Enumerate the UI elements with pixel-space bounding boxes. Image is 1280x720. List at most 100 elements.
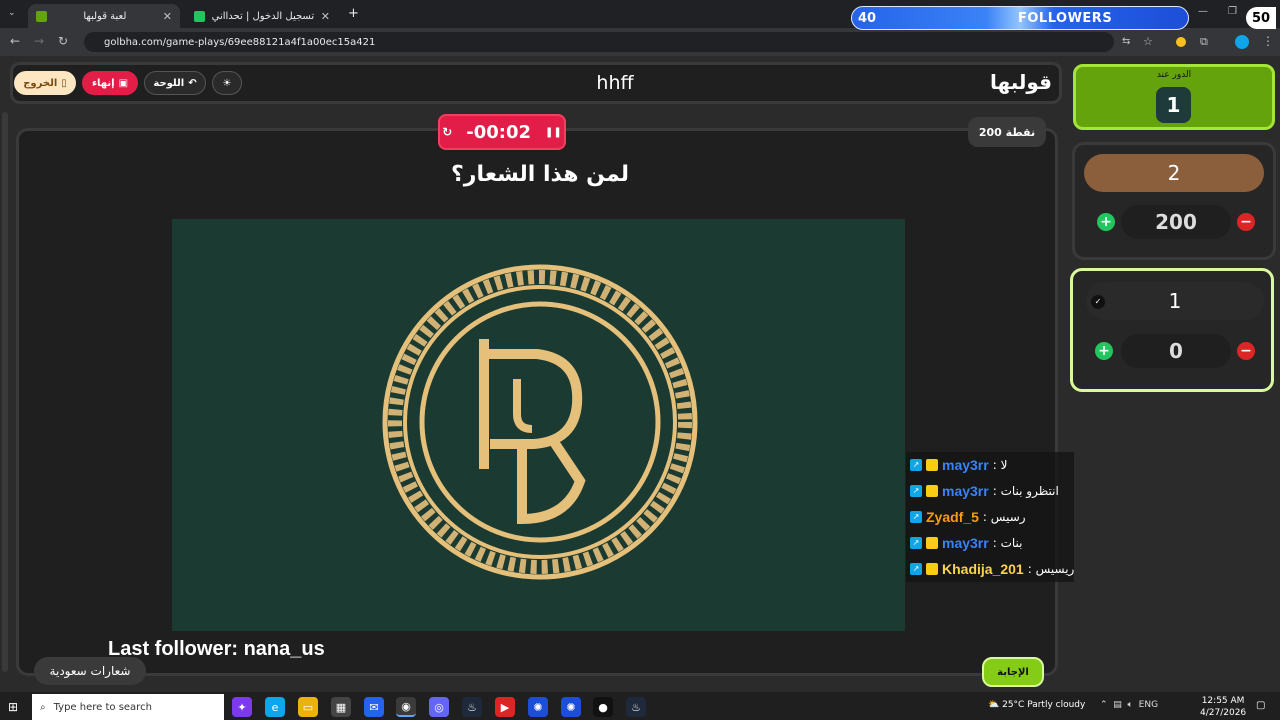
chat-message: ↗ may3rr : بنات	[910, 532, 1100, 554]
store-icon[interactable]: ▦	[331, 697, 351, 717]
chat-username: may3rr	[942, 483, 989, 499]
clock-date: 4/27/2026	[1200, 708, 1247, 718]
board-button[interactable]: اللوحة ↶	[144, 71, 206, 95]
chat-username: Khadija_201	[942, 561, 1024, 577]
subtract-points-icon[interactable]: −	[1237, 342, 1255, 360]
youtube-icon[interactable]: ▶	[495, 697, 515, 717]
lang-indicator[interactable]: ENG	[1139, 700, 1158, 710]
sun-icon: ☀	[222, 77, 232, 89]
taskbar-search[interactable]: ⌕ Type here to search	[32, 694, 224, 720]
chat-message: ↗ Khadija_201 : ريسيس	[910, 558, 1100, 580]
crown-badge-icon	[926, 459, 938, 471]
steam-icon[interactable]: ♨	[462, 697, 482, 717]
chevron-up-icon[interactable]: ⌃	[1100, 700, 1108, 710]
tab-favicon-icon	[194, 10, 205, 22]
windows-start-icon[interactable]: ⊞	[8, 700, 18, 714]
search-icon: ⌕	[40, 701, 46, 713]
team-score: 200	[1121, 205, 1231, 239]
exit-button[interactable]: الخروج ▯	[14, 71, 76, 95]
translate-icon[interactable]: ⇆	[1122, 36, 1130, 47]
discord-icon[interactable]: ◎	[429, 697, 449, 717]
subtract-points-icon[interactable]: −	[1237, 213, 1255, 231]
back-icon[interactable]: ←	[10, 34, 20, 48]
file-explorer-icon[interactable]: ▭	[298, 697, 318, 717]
timer-value: -00:02	[466, 121, 532, 143]
chat-username: Zyadf_5	[926, 509, 979, 525]
question-image	[172, 219, 905, 631]
tab-game[interactable]: لعبة قولبها ✕	[28, 4, 180, 28]
door-icon: ▯	[61, 77, 67, 89]
new-tab-button[interactable]: +	[348, 6, 359, 21]
edge-icon[interactable]: e	[265, 697, 285, 717]
address-bar[interactable]: golbha.com/game-plays/69ee88121a4f1a00ec…	[84, 32, 1114, 52]
network-icon[interactable]: ▤	[1113, 700, 1122, 710]
clock[interactable]: 12:55 AM 4/27/2026	[1200, 695, 1246, 719]
active-check-icon: ✓	[1091, 295, 1105, 309]
board-label: اللوحة	[153, 77, 185, 89]
followers-goal-bar: 40 FOLLOWERS	[851, 6, 1189, 30]
turn-team-number: 1	[1156, 87, 1191, 123]
extension-icon[interactable]	[1176, 37, 1186, 47]
end-game-button[interactable]: إنهاء ▣	[82, 71, 138, 95]
tab-list-chevron-icon[interactable]: ⌄	[8, 8, 16, 18]
moderator-badge-icon: ↗	[910, 459, 922, 471]
reload-icon[interactable]: ↻	[58, 34, 68, 48]
extensions-puzzle-icon[interactable]: ⧉	[1200, 35, 1208, 49]
chat-message: ↗ may3rr : انتظرو بنات	[910, 480, 1100, 502]
crown-badge-icon	[926, 485, 938, 497]
weather-text: 25°C Partly cloudy	[1002, 700, 1086, 710]
site-logo[interactable]: قولبها	[990, 70, 1052, 94]
tab-title: تسجيل الدخول | تحدااني	[211, 10, 315, 22]
app-icon[interactable]: ✺	[528, 697, 548, 717]
team-card-active: 1 ✓ + 0 −	[1070, 268, 1274, 392]
obs-icon[interactable]: ●	[593, 697, 613, 717]
chat-username: may3rr	[942, 535, 989, 551]
theme-toggle-button[interactable]: ☀	[212, 71, 242, 95]
undo-arrow-icon: ↶	[188, 77, 197, 89]
crown-badge-icon	[926, 563, 938, 575]
notification-icon[interactable]: ▢	[1256, 700, 1265, 711]
forward-icon[interactable]: →	[34, 34, 44, 48]
chat-text: : ريسيس	[1027, 562, 1075, 576]
clipboard-icon: ▣	[118, 77, 129, 89]
close-tab-icon[interactable]: ✕	[321, 10, 330, 23]
points-badge: 200 نقطة	[968, 117, 1046, 147]
followers-target: 50	[1246, 7, 1276, 29]
moderator-badge-icon: ↗	[910, 537, 922, 549]
reset-timer-icon[interactable]: ↻	[442, 125, 452, 139]
minimize-icon[interactable]: —	[1198, 6, 1208, 17]
chat-text: : بنات	[992, 536, 1023, 550]
page-scrollbar[interactable]	[2, 112, 8, 672]
moderator-badge-icon: ↗	[910, 511, 922, 523]
turn-label: الدور عند	[1156, 70, 1192, 80]
followers-count: 40	[858, 10, 877, 26]
close-tab-icon[interactable]: ✕	[163, 10, 172, 23]
app-icon[interactable]: ✺	[561, 697, 581, 717]
steam-icon[interactable]: ♨	[626, 697, 646, 717]
weather-widget[interactable]: ⛅ 25°C Partly cloudy	[988, 700, 1085, 710]
bookmark-star-icon[interactable]: ☆	[1143, 35, 1153, 48]
pause-icon[interactable]: ❚❚	[545, 127, 562, 138]
menu-kebab-icon[interactable]: ⋮	[1262, 34, 1274, 48]
team-score: 0	[1121, 334, 1231, 368]
chrome-icon[interactable]: ◉	[396, 697, 416, 717]
answer-button[interactable]: الإجابة	[982, 657, 1044, 687]
tab-favicon-icon	[36, 10, 47, 22]
team-name[interactable]: 2	[1084, 154, 1264, 192]
system-tray[interactable]: ⌃ ▤ 🔈︎ ENG	[1100, 700, 1158, 710]
followers-label: FOLLOWERS	[1018, 10, 1113, 26]
add-points-icon[interactable]: +	[1097, 213, 1115, 231]
chat-message: ↗ may3rr : لا	[910, 454, 1100, 476]
circular-r-logo-icon	[382, 264, 698, 580]
volume-icon[interactable]: 🔈︎	[1128, 700, 1133, 710]
profile-avatar[interactable]	[1235, 35, 1249, 49]
category-badge: شعارات سعودية	[34, 657, 146, 685]
copilot-icon[interactable]: ✦	[232, 697, 252, 717]
team-name[interactable]: 1	[1086, 282, 1264, 320]
maximize-icon[interactable]: ❐	[1228, 6, 1237, 17]
tab-login[interactable]: تسجيل الدخول | تحدااني ✕	[186, 4, 338, 28]
mail-icon[interactable]: ✉	[364, 697, 384, 717]
weather-icon: ⛅	[988, 700, 1000, 710]
tab-title: لعبة قولبها	[83, 10, 127, 22]
add-points-icon[interactable]: +	[1095, 342, 1113, 360]
